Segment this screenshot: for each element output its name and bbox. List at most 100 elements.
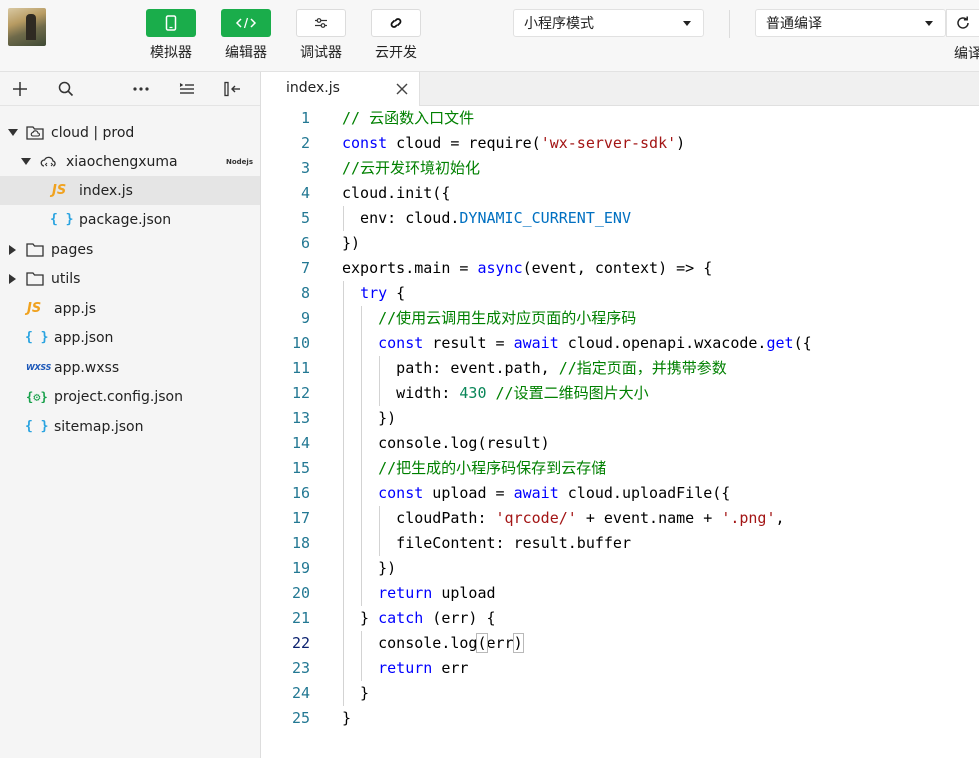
code-line[interactable]: 19 }) (262, 556, 979, 581)
code-line[interactable]: 12 width: 430 //设置二维码图片大小 (262, 381, 979, 406)
code-line[interactable]: 22 console.log(err) (262, 631, 979, 656)
tree-folder-cloud[interactable]: cloud | prod (0, 118, 260, 147)
outline-icon[interactable] (177, 79, 197, 99)
code-token: await (513, 334, 559, 352)
code-line[interactable]: 2 const cloud = require('wx-server-sdk') (262, 131, 979, 156)
code-token: , (775, 509, 785, 527)
code-line[interactable]: 21 } catch (err) { (262, 606, 979, 631)
tree-file-app-json[interactable]: { } app.json (0, 323, 260, 352)
line-number: 20 (291, 584, 310, 602)
cloud-function-icon (40, 156, 56, 167)
explorer-toolbar (0, 72, 260, 106)
close-icon[interactable] (395, 82, 409, 96)
code-token: width: (342, 384, 460, 402)
editor-button[interactable]: 编辑器 (220, 9, 272, 62)
editor-tabbar: index.js (262, 72, 979, 106)
code-token: cloud = require( (387, 134, 541, 152)
line-number: 12 (291, 384, 310, 402)
code-text: } catch (err) { (342, 606, 495, 631)
code-token: //设置二维码图片大小 (495, 384, 649, 402)
phone-icon (146, 9, 196, 37)
code-line[interactable]: 3 //云开发环境初始化 (262, 156, 979, 181)
debugger-button[interactable]: 调试器 (295, 9, 347, 62)
chevron-down-icon (683, 21, 691, 26)
search-icon[interactable] (56, 79, 76, 99)
add-icon[interactable] (10, 79, 30, 99)
tree-folder-xiaochengxuma[interactable]: xiaochengxuma Nodejs (0, 147, 260, 176)
line-number: 24 (291, 684, 310, 702)
code-line[interactable]: 20 return upload (262, 581, 979, 606)
line-number: 1 (300, 109, 310, 127)
code-line[interactable]: 18 fileContent: result.buffer (262, 531, 979, 556)
json-file-icon: { } (25, 330, 49, 345)
code-line[interactable]: 4 cloud.init({ (262, 181, 979, 206)
tree-item-label: app.wxss (54, 359, 120, 376)
code-token: + event.name + (576, 509, 722, 527)
code-line[interactable]: 1 // 云函数入口文件 (262, 106, 979, 131)
tree-folder-pages[interactable]: pages (0, 235, 260, 264)
code-line[interactable]: 16 const upload = await cloud.uploadFile… (262, 481, 979, 506)
tree-file-index-js[interactable]: JS index.js (0, 176, 260, 205)
tree-file-app-js[interactable]: JS app.js (0, 294, 260, 323)
more-icon[interactable] (131, 79, 151, 99)
code-line[interactable]: 7 exports.main = async(event, context) =>… (262, 256, 979, 281)
code-line[interactable]: 24 } (262, 681, 979, 706)
code-token: async (477, 259, 523, 277)
code-line[interactable]: 15 //把生成的小程序码保存到云存储 (262, 456, 979, 481)
code-line[interactable]: 6}) (262, 231, 979, 256)
tab-index-js[interactable]: index.js (262, 72, 420, 106)
line-number: 4 (300, 184, 310, 202)
mode-select[interactable]: 小程序模式 (513, 9, 704, 37)
code-token: (event, context) => { (522, 259, 713, 277)
tree-item-label: cloud | prod (51, 124, 135, 141)
tree-file-app-wxss[interactable]: WXSS app.wxss (0, 353, 260, 382)
compile-select[interactable]: 普通编译 (755, 9, 946, 37)
code-line[interactable]: 14 console.log(result) (262, 431, 979, 456)
line-number: 21 (291, 609, 310, 627)
code-token: cloud.init({ (342, 184, 451, 202)
tree-folder-utils[interactable]: utils (0, 264, 260, 293)
line-number: 13 (291, 409, 310, 427)
code-editor[interactable]: 1 // 云函数入口文件 2 const cloud = require('wx-se… (262, 106, 979, 758)
code-line[interactable]: 9 //使用云调用生成对应页面的小程序码 (262, 306, 979, 331)
code-token: get (766, 334, 794, 352)
code-text: } (342, 681, 369, 706)
tab-label: index.js (286, 80, 340, 96)
code-line[interactable]: 10 const result = await cloud.openapi.wx… (262, 331, 979, 356)
code-line[interactable]: 13 }) (262, 406, 979, 431)
cloud-dev-button[interactable]: 云开发 (370, 9, 422, 62)
tree-file-package-json[interactable]: { } package.json (0, 205, 260, 234)
code-line[interactable]: 25} (262, 706, 979, 731)
code-line[interactable]: 11 path: event.path, //指定页面，并携带参数 (262, 356, 979, 381)
cloud-folder-icon (26, 126, 44, 140)
code-text: return upload (342, 581, 495, 606)
code-line[interactable]: 17 cloudPath: 'qrcode/' + event.name + '… (262, 506, 979, 531)
code-text: const result = await cloud.openapi.wxaco… (342, 331, 812, 356)
code-token: } (342, 709, 352, 727)
simulator-button[interactable]: 模拟器 (145, 9, 197, 62)
code-token: err (432, 659, 469, 677)
tree-item-label: package.json (79, 211, 172, 228)
code-token: path: event.path, (342, 359, 559, 377)
code-text: } (342, 706, 351, 731)
code-token: exports.main = (342, 259, 478, 277)
code-line[interactable]: 8 try { (262, 281, 979, 306)
code-line[interactable]: 5 env: cloud.DYNAMIC_CURRENT_ENV (262, 206, 979, 231)
code-line[interactable]: 23 return err (262, 656, 979, 681)
compile-label: 编译 (954, 46, 979, 62)
compile-button[interactable] (946, 9, 979, 37)
code-text: width: 430 //设置二维码图片大小 (342, 381, 649, 406)
avatar[interactable] (8, 8, 46, 46)
code-token: //指定页面，并携带参数 (558, 359, 727, 377)
collapse-sidebar-icon[interactable] (223, 79, 243, 99)
tree-file-sitemap-json[interactable]: { } sitemap.json (0, 412, 260, 441)
tree-file-project-config[interactable]: {⚙} project.config.json (0, 382, 260, 411)
code-token: await (513, 484, 559, 502)
chevron-down-icon (8, 129, 18, 136)
code-token: console.log (342, 634, 478, 652)
